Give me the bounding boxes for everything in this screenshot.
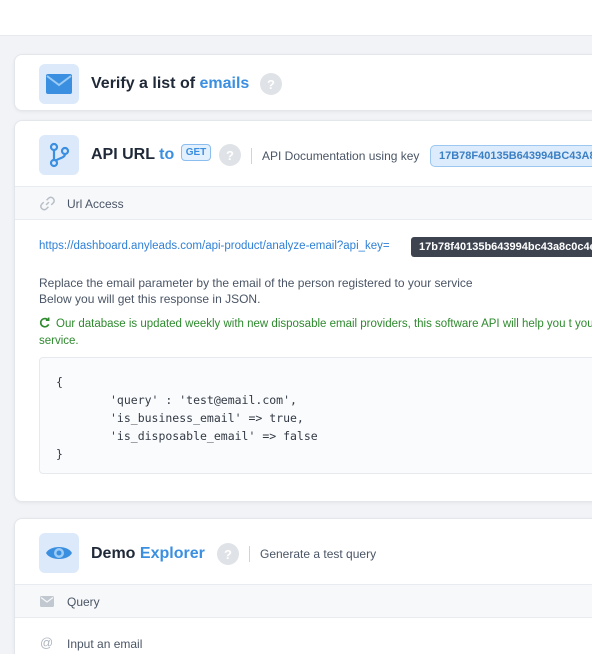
description-line-2: Below you will get this response in JSON…	[39, 292, 261, 306]
api-url-link[interactable]: https://dashboard.anyleads.com/api-produ…	[39, 240, 390, 252]
at-icon: @	[40, 635, 54, 650]
database-update-notice: Our database is updated weekly with new …	[39, 316, 592, 350]
code-line-disposable: 'is_disposable_email' => false	[110, 429, 318, 443]
api-url-key-chip[interactable]: 17b78f40135b643994bc43a8c0c4e	[411, 237, 592, 257]
demo-title-accent: Explorer	[139, 545, 205, 562]
verify-card: Verify a list of emails ?	[14, 54, 592, 111]
code-open-brace: {	[56, 375, 63, 389]
demo-header-separator	[249, 546, 250, 562]
demo-subtitle: Generate a test query	[260, 547, 377, 561]
api-title-text: API URL	[91, 146, 155, 163]
demo-card-title: Demo Explorer	[91, 545, 205, 563]
envelope-icon	[46, 74, 72, 94]
api-header-separator	[251, 148, 252, 164]
verify-help-button[interactable]: ?	[260, 73, 282, 95]
email-input-placeholder[interactable]: Input an email	[67, 637, 142, 651]
json-response-code-block: { 'query' : 'test@email.com', 'is_busine…	[39, 357, 592, 474]
query-section-header: Query	[15, 584, 592, 618]
url-access-label: Url Access	[67, 197, 124, 211]
api-title-accent: to	[159, 146, 175, 163]
verify-title-text: Verify a list of	[91, 75, 196, 92]
eye-icon	[46, 547, 72, 559]
method-get-badge: GET	[180, 144, 212, 162]
link-icon	[40, 196, 55, 211]
demo-title-text: Demo	[91, 545, 136, 562]
envelope-icon	[40, 596, 54, 607]
demo-help-button[interactable]: ?	[217, 543, 239, 565]
verify-card-title: Verify a list of emails	[91, 75, 249, 93]
api-card-title: API URL to GET	[91, 144, 212, 164]
demo-explorer-card: Demo Explorer ? Generate a test query Qu…	[14, 518, 592, 654]
refresh-icon	[39, 317, 50, 328]
notice-text: Our database is updated weekly with new …	[39, 318, 592, 347]
code-line-query: 'query' : 'test@email.com',	[110, 393, 297, 407]
top-header-bar	[0, 0, 592, 36]
verify-card-icon-box	[39, 64, 79, 104]
api-url-card: API URL to GET ? API Documentation using…	[14, 120, 592, 502]
email-input-row[interactable]: @ Input an email	[15, 625, 592, 654]
api-key-badge[interactable]: 17B78F40135B643994BC43A8C	[430, 145, 592, 167]
url-access-header: Url Access	[15, 186, 592, 220]
api-help-button[interactable]: ?	[219, 144, 241, 166]
code-close-brace: }	[56, 447, 63, 461]
description-line-1: Replace the email parameter by the email…	[39, 276, 473, 290]
query-label: Query	[67, 595, 100, 609]
demo-card-icon-box	[39, 533, 79, 573]
branch-icon	[49, 142, 70, 168]
verify-title-accent: emails	[199, 75, 250, 92]
code-line-business: 'is_business_email' => true,	[110, 411, 304, 425]
api-card-icon-box	[39, 135, 79, 175]
api-doc-label: API Documentation using key	[262, 149, 420, 163]
